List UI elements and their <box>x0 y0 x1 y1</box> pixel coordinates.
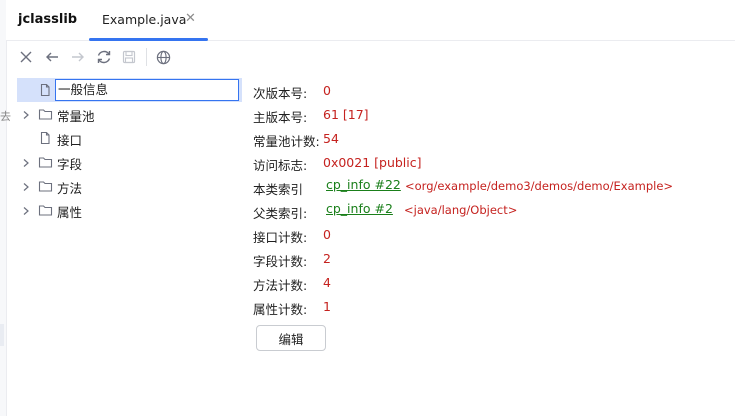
tree-item-label: 属性 <box>57 205 83 220</box>
toolbar-separator <box>146 48 147 66</box>
back-arrow-icon[interactable] <box>42 47 62 67</box>
forward-arrow-icon[interactable] <box>68 47 88 67</box>
folder-icon <box>38 203 53 217</box>
toolbar <box>6 41 735 73</box>
tree-item-fields[interactable]: 字段 <box>17 150 242 174</box>
header-bar: jclasslib Example.java ✕ <box>6 0 735 41</box>
tab-label: Example.java <box>102 12 187 27</box>
detail-label: 属性计数: <box>253 302 308 317</box>
detail-value: 0 <box>323 83 331 98</box>
detail-value: 0x0021 [public] <box>323 155 422 170</box>
tree-item-attributes[interactable]: 属性 <box>17 198 242 222</box>
detail-label: 父类索引: <box>253 206 308 221</box>
this-class-link[interactable]: cp_info #22 <box>326 177 401 192</box>
save-icon[interactable] <box>119 47 139 67</box>
tree-item-label: 方法 <box>57 181 83 196</box>
tree-item-label: 常量池 <box>57 109 95 124</box>
globe-icon[interactable] <box>153 47 173 67</box>
folder-icon <box>38 179 53 193</box>
chevron-right-icon[interactable] <box>21 109 31 119</box>
close-icon[interactable] <box>16 47 36 67</box>
detail-label: 方法计数: <box>253 278 308 293</box>
tree-item-label[interactable]: 一般信息 <box>55 79 239 101</box>
super-class-link[interactable]: cp_info #2 <box>326 201 393 216</box>
detail-value: 61 [17] <box>323 107 369 122</box>
this-class-reference: <org/example/demo3/demos/demo/Example> <box>405 179 674 193</box>
tree-item-label: 接口 <box>57 133 83 148</box>
file-icon <box>38 131 52 145</box>
super-class-reference: <java/lang/Object> <box>404 203 518 217</box>
detail-value: 1 <box>323 299 331 314</box>
close-icon[interactable]: ✕ <box>185 11 196 26</box>
folder-icon <box>38 155 53 169</box>
class-structure-tree: 一般信息 常量池 接口 字段 方法 属性 <box>17 78 242 222</box>
file-icon <box>38 83 52 97</box>
detail-value: 0 <box>323 227 331 242</box>
chevron-right-icon[interactable] <box>21 181 31 191</box>
detail-label: 常量池计数: <box>253 134 320 149</box>
detail-label: 主版本号: <box>253 110 308 125</box>
tree-item-constant-pool[interactable]: 常量池 <box>17 102 242 126</box>
detail-label: 访问标志: <box>253 158 308 173</box>
tree-item-methods[interactable]: 方法 <box>17 174 242 198</box>
tree-item-interfaces[interactable]: 接口 <box>17 126 242 150</box>
detail-value: 54 <box>323 131 339 146</box>
tree-item-label: 字段 <box>57 157 83 172</box>
folder-icon <box>38 107 53 121</box>
edge-highlight <box>0 324 4 346</box>
tab-example-java[interactable]: Example.java ✕ <box>89 0 208 41</box>
detail-label: 接口计数: <box>253 230 308 245</box>
app-title: jclasslib <box>18 12 78 27</box>
chevron-right-icon[interactable] <box>21 205 31 215</box>
edit-button[interactable]: 编辑 <box>256 325 326 351</box>
detail-label: 本类索引 <box>253 182 304 197</box>
detail-value: 4 <box>323 275 331 290</box>
refresh-icon[interactable] <box>94 47 114 67</box>
chevron-right-icon[interactable] <box>21 157 31 167</box>
detail-label: 次版本号: <box>253 86 308 101</box>
detail-label: 字段计数: <box>253 254 308 269</box>
edge-fragment: 去 <box>0 110 11 123</box>
detail-value: 2 <box>323 251 331 266</box>
tree-item-general-info[interactable]: 一般信息 <box>17 78 242 102</box>
